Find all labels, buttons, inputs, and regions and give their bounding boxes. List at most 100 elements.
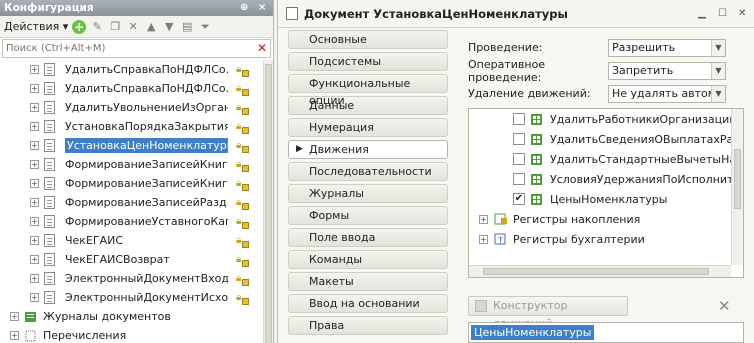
tree-row[interactable]: + УдалитьСправкаПоНДФЛСо... 🔒︎ bbox=[0, 60, 263, 79]
move-down-icon[interactable]: ▼ bbox=[162, 20, 176, 34]
document-icon bbox=[44, 139, 55, 152]
clear-search-icon[interactable]: ✕ bbox=[257, 40, 267, 57]
registers-hscrollbar[interactable] bbox=[469, 265, 731, 277]
register-row[interactable]: ✔ ЦеныНоменклатуры bbox=[469, 189, 743, 209]
delete-icon[interactable]: ✕ bbox=[126, 20, 140, 34]
expand-icon[interactable]: + bbox=[30, 198, 39, 207]
chevron-down-icon[interactable]: ▼ bbox=[711, 85, 725, 102]
register-checkbox[interactable] bbox=[513, 133, 525, 145]
tree-row[interactable]: + ЧекЕГАИС 🔒︎ bbox=[0, 231, 263, 250]
document-icon bbox=[44, 177, 55, 190]
tree-row-selected[interactable]: + УстановкаЦенНоменклатуры 🔒︎ bbox=[0, 136, 263, 155]
expand-icon[interactable]: + bbox=[10, 331, 19, 340]
actions-menu[interactable]: Действия ▾ bbox=[4, 20, 68, 33]
register-row[interactable]: УдалитьРаботникиОрганизаций bbox=[469, 109, 743, 129]
maximize-icon[interactable]: ☐ bbox=[718, 8, 727, 19]
realtime-posting-select[interactable]: Запретить ▼ bbox=[608, 61, 726, 80]
expand-icon[interactable]: + bbox=[30, 179, 39, 188]
pin-icon[interactable]: ⊕ bbox=[240, 0, 248, 16]
copy-icon[interactable]: ❐ bbox=[108, 20, 122, 34]
tree-row-group[interactable]: + Перечисления bbox=[0, 326, 263, 343]
tab-input-on-basis[interactable]: Ввод на основании bbox=[288, 294, 448, 313]
expand-icon[interactable]: + bbox=[30, 255, 39, 264]
chevron-down-icon[interactable]: ▼ bbox=[711, 62, 725, 79]
tree-row[interactable]: + ФормированиеЗаписейКниги... 🔒︎ bbox=[0, 174, 263, 193]
register-icon bbox=[531, 133, 542, 145]
register-row[interactable]: УдалитьСтандартныеВычетыНаДо bbox=[469, 149, 743, 169]
lock-icon: 🔒︎ bbox=[236, 235, 249, 248]
tab-rights[interactable]: Права bbox=[288, 316, 448, 335]
posting-label: Проведение: bbox=[468, 41, 543, 54]
expand-icon[interactable]: + bbox=[30, 293, 39, 302]
lock-icon: 🔒︎ bbox=[236, 159, 249, 172]
movement-deletion-select[interactable]: Не удалять автоматич▼ bbox=[608, 84, 726, 103]
tree-row[interactable]: + ЭлектронныйДокументВходя... 🔒︎ bbox=[0, 269, 263, 288]
tree-row[interactable]: + ФормированиеУставногоКап... 🔒︎ bbox=[0, 212, 263, 231]
tree-row[interactable]: + ЭлектронныйДокументИсход... 🔒︎ bbox=[0, 288, 263, 307]
expand-icon[interactable]: + bbox=[30, 274, 39, 283]
minimize-icon[interactable]: ▁ bbox=[698, 8, 706, 19]
tab-sequences[interactable]: Последовательности bbox=[288, 162, 448, 181]
list-icon[interactable]: ▤ bbox=[180, 20, 194, 34]
tree-row[interactable]: + УдалитьУвольнениеИзОрган... 🔒︎ bbox=[0, 98, 263, 117]
expand-icon[interactable]: + bbox=[30, 236, 39, 245]
tree-row[interactable]: + ЧекЕГАИСВозврат 🔒︎ bbox=[0, 250, 263, 269]
scrollbar-thumb[interactable] bbox=[483, 268, 709, 275]
tab-basic[interactable]: Основные bbox=[288, 30, 448, 49]
filter-icon[interactable]: ⏷ bbox=[198, 20, 212, 34]
tree-row[interactable]: + УстановкаПорядкаЗакрытия... 🔒︎ bbox=[0, 117, 263, 136]
register-row[interactable]: УсловияУдержанияПоИсполнител bbox=[469, 169, 743, 189]
tree-row[interactable]: + УдалитьСправкаПоНДФЛСо... 🔒︎ bbox=[0, 79, 263, 98]
tab-commands[interactable]: Команды bbox=[288, 250, 448, 269]
tab-data[interactable]: Данные bbox=[288, 96, 448, 115]
tab-journals[interactable]: Журналы bbox=[288, 184, 448, 203]
expand-icon[interactable]: + bbox=[479, 214, 488, 224]
posting-select[interactable]: Разрешить ▼ bbox=[608, 38, 726, 57]
register-group-row[interactable]: + T Регистры бухгалтерии bbox=[469, 229, 743, 249]
search-input[interactable] bbox=[3, 40, 243, 57]
expand-icon[interactable]: + bbox=[30, 160, 39, 169]
tab-functional-options[interactable]: Функциональные опции bbox=[288, 74, 448, 107]
tab-movements[interactable]: ▶ Движения bbox=[288, 140, 448, 159]
tab-forms[interactable]: Формы bbox=[288, 206, 448, 225]
edit-icon[interactable]: ✎ bbox=[90, 20, 104, 34]
expand-icon[interactable]: + bbox=[30, 65, 39, 74]
tab-numbering[interactable]: Нумерация bbox=[288, 118, 448, 137]
close-icon[interactable]: ✕ bbox=[738, 8, 746, 19]
tree-scrollbar[interactable] bbox=[263, 60, 273, 343]
search-field[interactable]: ✕ bbox=[2, 39, 271, 58]
tree-row[interactable]: + ФормированиеЗаписейРазд... 🔒︎ bbox=[0, 193, 263, 212]
clear-icon[interactable]: ✕ bbox=[718, 297, 731, 315]
expand-icon[interactable]: + bbox=[479, 234, 488, 244]
close-icon[interactable]: × bbox=[258, 0, 266, 16]
register-checkbox[interactable] bbox=[513, 173, 525, 185]
expand-icon[interactable]: + bbox=[30, 103, 39, 112]
tab-templates[interactable]: Макеты bbox=[288, 272, 448, 291]
register-icon bbox=[531, 173, 542, 185]
add-icon[interactable]: + bbox=[72, 19, 87, 34]
expand-icon[interactable]: + bbox=[30, 84, 39, 93]
expand-icon[interactable]: + bbox=[30, 122, 39, 131]
selected-registers-field[interactable]: ЦеныНоменклатуры bbox=[468, 322, 744, 343]
expand-icon[interactable]: + bbox=[30, 217, 39, 226]
move-up-icon[interactable]: ▲ bbox=[144, 20, 158, 34]
register-group-row[interactable]: + Регистры накопления bbox=[469, 209, 743, 229]
document-icon bbox=[44, 196, 55, 209]
tree-row-group[interactable]: + Журналы документов bbox=[0, 307, 263, 326]
tree-row[interactable]: + ФормированиеЗаписейКниги... 🔒︎ bbox=[0, 155, 263, 174]
document-icon bbox=[44, 253, 55, 266]
expand-icon[interactable]: + bbox=[30, 141, 39, 150]
tab-input-field[interactable]: Поле ввода bbox=[288, 228, 448, 247]
register-checkbox[interactable] bbox=[513, 153, 525, 165]
tab-subsystems[interactable]: Подсистемы bbox=[288, 52, 448, 71]
movement-constructor-button[interactable]: Конструктор движений bbox=[468, 296, 628, 330]
expand-icon[interactable]: + bbox=[10, 312, 19, 321]
lock-icon: 🔒︎ bbox=[236, 140, 249, 153]
chevron-down-icon[interactable]: ▼ bbox=[711, 39, 725, 56]
register-row[interactable]: УдалитьСведенияОВыплатахРабо bbox=[469, 129, 743, 149]
registers-vscrollbar[interactable] bbox=[731, 109, 743, 265]
register-checkbox[interactable] bbox=[513, 113, 525, 125]
scrollbar-thumb[interactable] bbox=[265, 64, 272, 343]
register-checkbox-checked[interactable]: ✔ bbox=[513, 193, 525, 205]
scrollbar-thumb[interactable] bbox=[734, 149, 741, 209]
